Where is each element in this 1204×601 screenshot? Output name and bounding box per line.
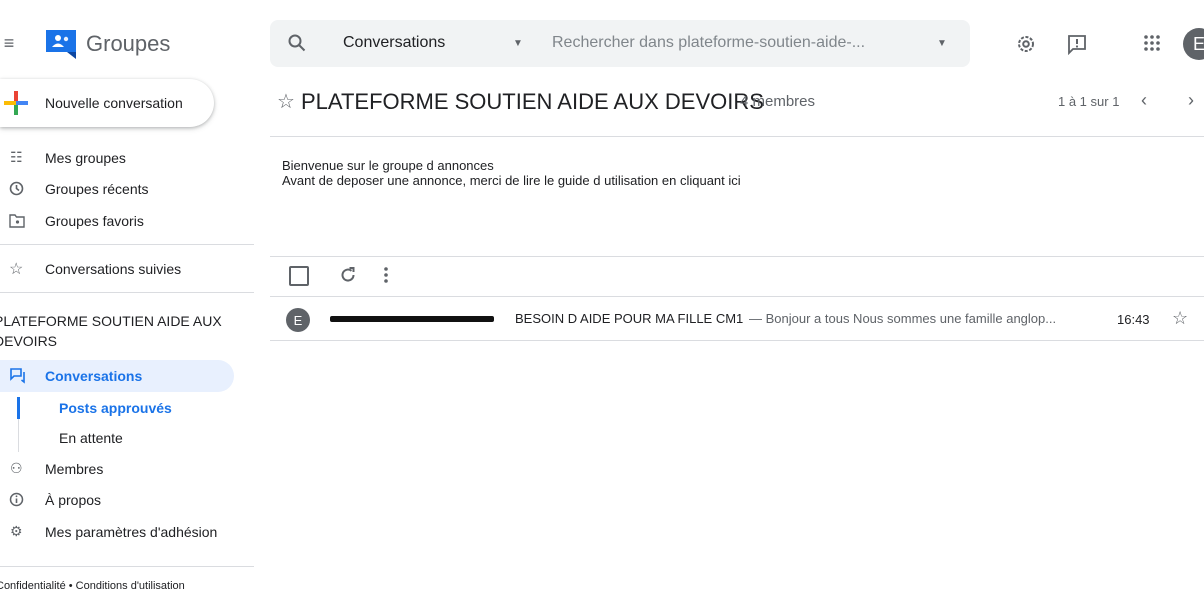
sidebar-item-recent-groups[interactable]: Groupes récents xyxy=(0,179,240,199)
table-row[interactable]: E BESOIN D AIDE POUR MA FILLE CM1 — Bonj… xyxy=(270,297,1204,340)
list-bottom-divider xyxy=(270,340,1204,341)
description-line: Bienvenue sur le groupe d annonces xyxy=(282,158,494,173)
sender-avatar: E xyxy=(286,308,310,332)
pagination-label: 1 à 1 sur 1 xyxy=(1058,94,1120,109)
sidebar-item-label: À propos xyxy=(45,492,102,508)
members-count[interactable]: 4 membres xyxy=(740,93,815,110)
clock-icon xyxy=(9,181,24,196)
more-options-icon[interactable] xyxy=(383,266,389,284)
group-name-label: PLATEFORME SOUTIEN AIDE AUX DEVOIRS xyxy=(0,313,222,349)
sidebar-item-label: Groupes récents xyxy=(45,181,149,197)
group-description: Bienvenue sur le groupe d annonces Avant… xyxy=(282,158,741,188)
redacted-sender-name xyxy=(330,316,494,322)
settings-gear-icon[interactable] xyxy=(1015,33,1037,60)
conversation-time: 16:43 xyxy=(1117,312,1150,327)
feedback-icon[interactable] xyxy=(1066,33,1088,60)
select-all-checkbox[interactable] xyxy=(289,266,309,286)
person-settings-icon: ⚙ xyxy=(10,523,23,539)
new-conversation-button[interactable]: Nouvelle conversation xyxy=(0,79,214,127)
sidebar-item-label: Conversations xyxy=(45,368,143,384)
account-avatar[interactable]: E xyxy=(1183,28,1204,60)
conversation-subject: BESOIN D AIDE POUR MA FILLE CM1 xyxy=(515,311,744,326)
footer-links[interactable]: Confidentialité • Conditions d'utilisati… xyxy=(0,580,185,592)
header-divider xyxy=(270,136,1204,137)
info-icon xyxy=(9,492,24,507)
scope-dropdown-icon[interactable]: ▼ xyxy=(513,38,523,49)
toolbar-divider xyxy=(270,256,1204,257)
sidebar-item-label: Membres xyxy=(45,461,104,477)
sidebar-divider xyxy=(0,292,254,293)
sidebar-item-label: En attente xyxy=(59,430,123,446)
sidebar-item-approved-posts[interactable]: Posts approuvés xyxy=(20,398,220,418)
sidebar-item-conversations[interactable]: Conversations xyxy=(0,360,234,392)
group-star-icon[interactable]: ☆ xyxy=(277,89,295,114)
sidebar-item-label: Posts approuvés xyxy=(59,400,172,416)
search-options-dropdown-icon[interactable]: ▼ xyxy=(937,38,947,49)
star-folder-icon xyxy=(9,214,25,228)
conversation-snippet: — Bonjour a tous Nous sommes une famille… xyxy=(749,311,1057,326)
members-icon: ⚇ xyxy=(10,460,23,476)
description-line: Avant de deposer une annonce, merci de l… xyxy=(282,173,741,188)
sidebar-divider xyxy=(0,244,254,245)
sidebar-item-membership-settings[interactable]: ⚙ Mes paramètres d'adhésion xyxy=(0,522,240,542)
sidebar-item-label: Conversations suivies xyxy=(45,261,182,277)
main-menu-icon[interactable]: ≡ xyxy=(0,30,18,56)
previous-page-icon[interactable]: ‹ xyxy=(1141,90,1147,111)
sidebar-item-my-groups[interactable]: ☷ Mes groupes xyxy=(0,148,240,168)
sidebar-item-about[interactable]: À propos xyxy=(0,490,240,510)
sidebar-item-label: Groupes favoris xyxy=(45,213,144,229)
sidebar-item-favorite-groups[interactable]: Groupes favoris xyxy=(0,211,240,231)
conversations-icon xyxy=(10,368,25,384)
search-bar[interactable]: Conversations ▼ Rechercher dans platefor… xyxy=(270,20,970,67)
app-name[interactable]: Groupes xyxy=(86,31,170,57)
apps-grid-icon[interactable] xyxy=(1143,34,1161,57)
star-outline-icon: ☆ xyxy=(9,261,24,278)
search-scope-label[interactable]: Conversations xyxy=(343,34,445,52)
sidebar-item-pending[interactable]: En attente xyxy=(20,428,220,448)
plus-icon xyxy=(4,91,28,115)
next-page-icon[interactable]: › xyxy=(1188,90,1194,111)
group-title: PLATEFORME SOUTIEN AIDE AUX DEVOIRS xyxy=(301,89,764,114)
new-conversation-label: Nouvelle conversation xyxy=(45,95,183,111)
groups-icon: ☷ xyxy=(10,149,23,165)
search-input[interactable]: Rechercher dans plateforme-soutien-aide-… xyxy=(552,34,865,52)
sidebar-item-label: Mes paramètres d'adhésion xyxy=(45,524,218,540)
groups-logo-icon[interactable] xyxy=(45,28,77,60)
sidebar-item-members[interactable]: ⚇ Membres xyxy=(0,459,240,479)
sidebar-divider xyxy=(0,566,254,567)
sidebar-item-followed-conversations[interactable]: ☆ Conversations suivies xyxy=(0,259,240,279)
sidebar-group-name[interactable]: PLATEFORME SOUTIEN AIDE AUX DEVOIRS xyxy=(0,311,242,351)
search-icon[interactable] xyxy=(288,34,306,52)
refresh-icon[interactable] xyxy=(339,266,357,284)
sidebar-item-label: Mes groupes xyxy=(45,150,126,166)
conversation-star-icon[interactable]: ☆ xyxy=(1172,308,1188,329)
